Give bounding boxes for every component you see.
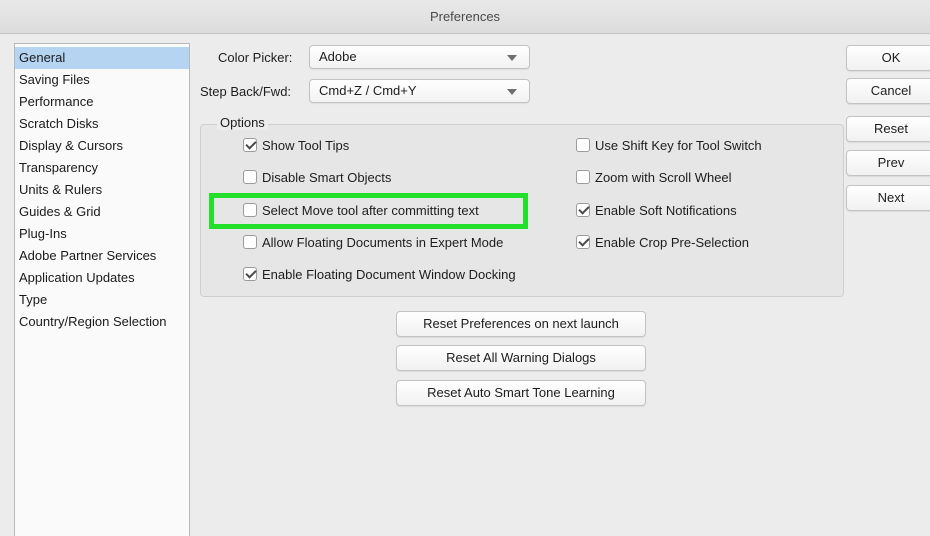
step-back-select[interactable]: Cmd+Z / Cmd+Y <box>309 79 530 103</box>
checkbox-unchecked[interactable] <box>243 170 257 184</box>
show-tool-tips-option[interactable]: Show Tool Tips <box>243 136 349 154</box>
reset-smart-tone-button[interactable]: Reset Auto Smart Tone Learning <box>396 380 646 406</box>
disable-smart-objects-option[interactable]: Disable Smart Objects <box>243 168 391 186</box>
sidebar-item-adobe-partner-services[interactable]: Adobe Partner Services <box>15 245 189 267</box>
crop-pre-selection-label: Enable Crop Pre-Selection <box>595 234 749 250</box>
chevron-down-icon <box>507 55 517 61</box>
reset-button[interactable]: Reset <box>846 116 930 142</box>
reset-preferences-button[interactable]: Reset Preferences on next launch <box>396 311 646 337</box>
window-title: Preferences <box>0 0 930 34</box>
sidebar-item-units-rulers[interactable]: Units & Rulers <box>15 179 189 201</box>
reset-warning-dialogs-button[interactable]: Reset All Warning Dialogs <box>396 345 646 371</box>
ok-button[interactable]: OK <box>846 45 930 71</box>
sidebar-item-country-region[interactable]: Country/Region Selection <box>15 311 189 333</box>
sidebar-item-transparency[interactable]: Transparency <box>15 157 189 179</box>
disable-smart-objects-label: Disable Smart Objects <box>262 169 392 185</box>
sidebar-item-performance[interactable]: Performance <box>15 91 189 113</box>
soft-notifications-label: Enable Soft Notifications <box>595 202 737 218</box>
floating-window-docking-option[interactable]: Enable Floating Document Window Docking <box>243 265 516 283</box>
color-picker-select[interactable]: Adobe <box>309 45 530 69</box>
use-shift-key-label: Use Shift Key for Tool Switch <box>595 137 762 153</box>
checkbox-checked[interactable] <box>576 203 590 217</box>
allow-floating-documents-label: Allow Floating Documents in Expert Mode <box>262 234 504 250</box>
checkbox-unchecked[interactable] <box>576 170 590 184</box>
chevron-down-icon <box>507 89 517 95</box>
checkbox-checked[interactable] <box>243 267 257 281</box>
floating-window-docking-label: Enable Floating Document Window Docking <box>262 266 516 282</box>
preferences-sidebar: General Saving Files Performance Scratch… <box>14 43 190 536</box>
soft-notifications-option[interactable]: Enable Soft Notifications <box>576 201 737 219</box>
sidebar-item-saving-files[interactable]: Saving Files <box>15 69 189 91</box>
sidebar-item-type[interactable]: Type <box>15 289 189 311</box>
color-picker-value: Adobe <box>319 49 357 64</box>
next-button[interactable]: Next <box>846 185 930 211</box>
checkbox-checked[interactable] <box>243 138 257 152</box>
prev-button[interactable]: Prev <box>846 150 930 176</box>
sidebar-item-plug-ins[interactable]: Plug-Ins <box>15 223 189 245</box>
step-back-value: Cmd+Z / Cmd+Y <box>319 83 417 98</box>
checkbox-unchecked[interactable] <box>243 235 257 249</box>
checkbox-checked[interactable] <box>576 235 590 249</box>
allow-floating-documents-option[interactable]: Allow Floating Documents in Expert Mode <box>243 233 503 251</box>
show-tool-tips-label: Show Tool Tips <box>262 137 350 153</box>
options-group-title: Options <box>217 115 268 130</box>
green-highlight-box <box>209 193 528 229</box>
step-back-label: Step Back/Fwd: <box>200 84 292 99</box>
checkbox-unchecked[interactable] <box>576 138 590 152</box>
zoom-scroll-wheel-option[interactable]: Zoom with Scroll Wheel <box>576 168 732 186</box>
crop-pre-selection-option[interactable]: Enable Crop Pre-Selection <box>576 233 749 251</box>
sidebar-item-scratch-disks[interactable]: Scratch Disks <box>15 113 189 135</box>
zoom-scroll-wheel-label: Zoom with Scroll Wheel <box>595 169 732 185</box>
sidebar-item-application-updates[interactable]: Application Updates <box>15 267 189 289</box>
color-picker-label: Color Picker: <box>218 50 293 65</box>
sidebar-item-display-cursors[interactable]: Display & Cursors <box>15 135 189 157</box>
cancel-button[interactable]: Cancel <box>846 78 930 104</box>
sidebar-item-guides-grid[interactable]: Guides & Grid <box>15 201 189 223</box>
sidebar-item-general[interactable]: General <box>15 47 189 69</box>
use-shift-key-option[interactable]: Use Shift Key for Tool Switch <box>576 136 762 154</box>
